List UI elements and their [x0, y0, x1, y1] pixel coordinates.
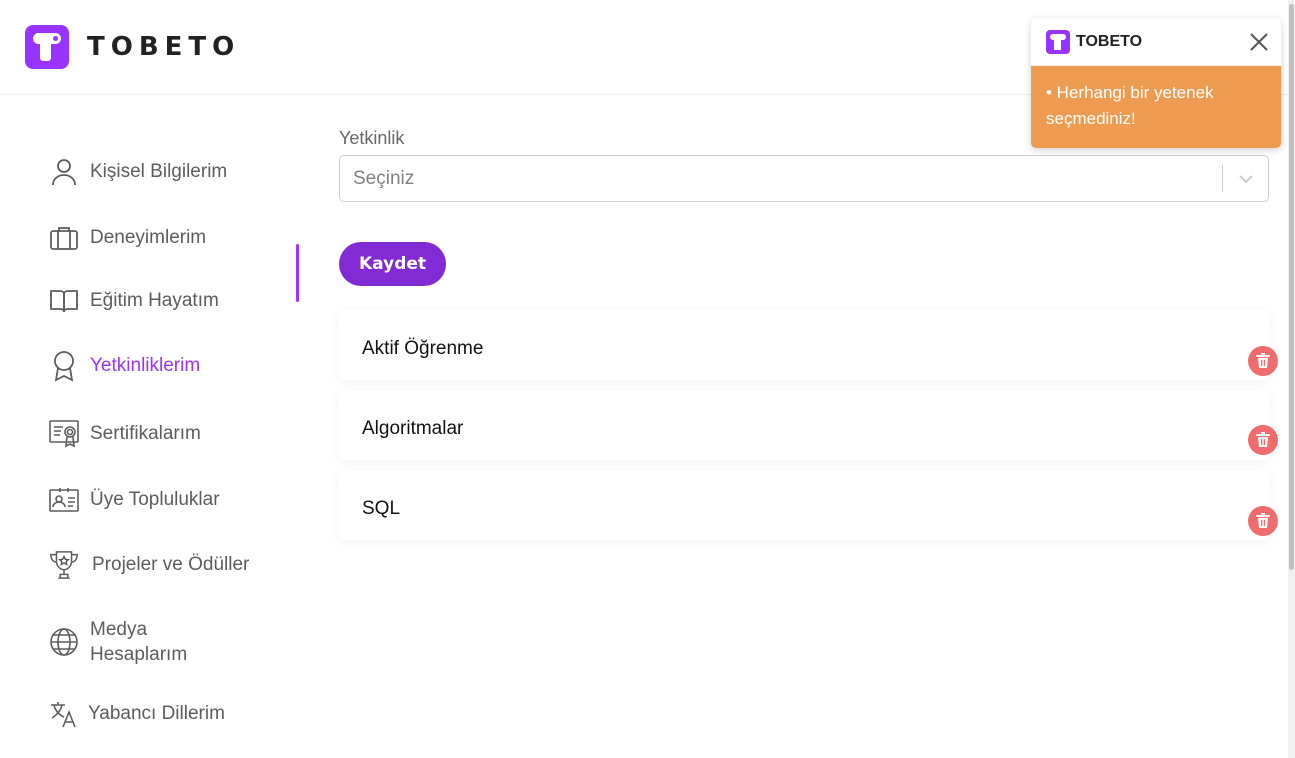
sidebar-item-label: Deneyimlerim — [90, 227, 207, 248]
sidebar-item-label: Sertifikalarım — [90, 423, 201, 444]
skill-row: SQL — [339, 470, 1269, 540]
briefcase-icon — [48, 222, 80, 254]
logo-icon — [25, 25, 69, 69]
certificate-icon — [48, 418, 80, 450]
active-indicator — [296, 244, 299, 302]
sidebar-item-label: Kişisel Bilgilerim — [90, 161, 228, 182]
book-icon — [48, 285, 80, 317]
skill-field-label: Yetkinlik — [339, 128, 405, 148]
logo-text: TOBETO — [87, 32, 241, 62]
toast-message: • Herhangi bir yetenek seçmediniz! — [1031, 66, 1281, 148]
delete-skill-button[interactable] — [1248, 346, 1278, 376]
sidebar-item-label: Yabancı Dillerim — [88, 703, 225, 724]
trash-icon — [1256, 353, 1270, 368]
toast-title: TOBETO — [1076, 32, 1143, 50]
toast-notification: TOBETO • Herhangi bir yetenek seçmediniz… — [1031, 18, 1281, 148]
skill-row: Aktif Öğrenme — [339, 310, 1269, 380]
globe-icon — [48, 626, 80, 658]
sidebar-item-label: Hesaplarım — [90, 644, 188, 665]
skill-name: SQL — [362, 498, 401, 519]
trash-icon — [1256, 513, 1270, 528]
sidebar-item-personal-info[interactable]: Kişisel Bilgilerim — [48, 156, 227, 188]
sidebar-item-experiences[interactable]: Deneyimlerim — [48, 222, 206, 254]
id-card-icon — [48, 484, 80, 516]
skill-select[interactable]: Seçiniz — [339, 155, 1269, 202]
skill-row: Algoritmalar — [339, 390, 1269, 460]
skill-name: Aktif Öğrenme — [362, 338, 484, 359]
logo[interactable]: TOBETO — [25, 25, 240, 69]
skill-select-value: Seçiniz — [353, 167, 415, 189]
sidebar-item-label: Projeler ve Ödüller — [92, 554, 250, 575]
trash-icon — [1256, 432, 1270, 447]
delete-skill-button[interactable] — [1248, 506, 1278, 536]
sidebar-item-education[interactable]: Eğitim Hayatım — [48, 285, 219, 317]
sidebar-item-label: Medya — [90, 619, 148, 640]
sidebar-item-languages[interactable]: Yabancı Dillerim — [48, 698, 225, 730]
scrollbar-thumb[interactable] — [1289, 4, 1294, 570]
sidebar-item-communities[interactable]: Üye Topluluklar — [48, 484, 220, 516]
sidebar-item-projects-awards[interactable]: Projeler ve Ödüller — [48, 549, 249, 581]
sidebar-item-skills[interactable]: Yetkinliklerim — [48, 350, 200, 382]
delete-skill-button[interactable] — [1248, 425, 1278, 455]
chevron-down-icon[interactable] — [1223, 174, 1268, 184]
award-icon — [48, 350, 80, 382]
sidebar-item-label: Üye Topluluklar — [90, 489, 220, 510]
sidebar-item-certificates[interactable]: Sertifikalarım — [48, 418, 201, 450]
skill-name: Algoritmalar — [362, 418, 464, 439]
sidebar-item-label-wrap: Medya Hesaplarım — [90, 617, 187, 667]
translate-icon — [48, 698, 80, 730]
logo-icon — [1046, 29, 1070, 54]
close-icon[interactable] — [1247, 30, 1271, 54]
trophy-icon — [48, 549, 80, 581]
toast-header: TOBETO — [1031, 18, 1281, 66]
sidebar-item-media-accounts[interactable]: Medya Hesaplarım — [48, 617, 187, 667]
sidebar-item-label: Yetkinliklerim — [90, 355, 201, 376]
sidebar-item-label: Eğitim Hayatım — [90, 290, 219, 311]
save-button[interactable]: Kaydet — [339, 242, 446, 286]
user-icon — [48, 156, 80, 188]
